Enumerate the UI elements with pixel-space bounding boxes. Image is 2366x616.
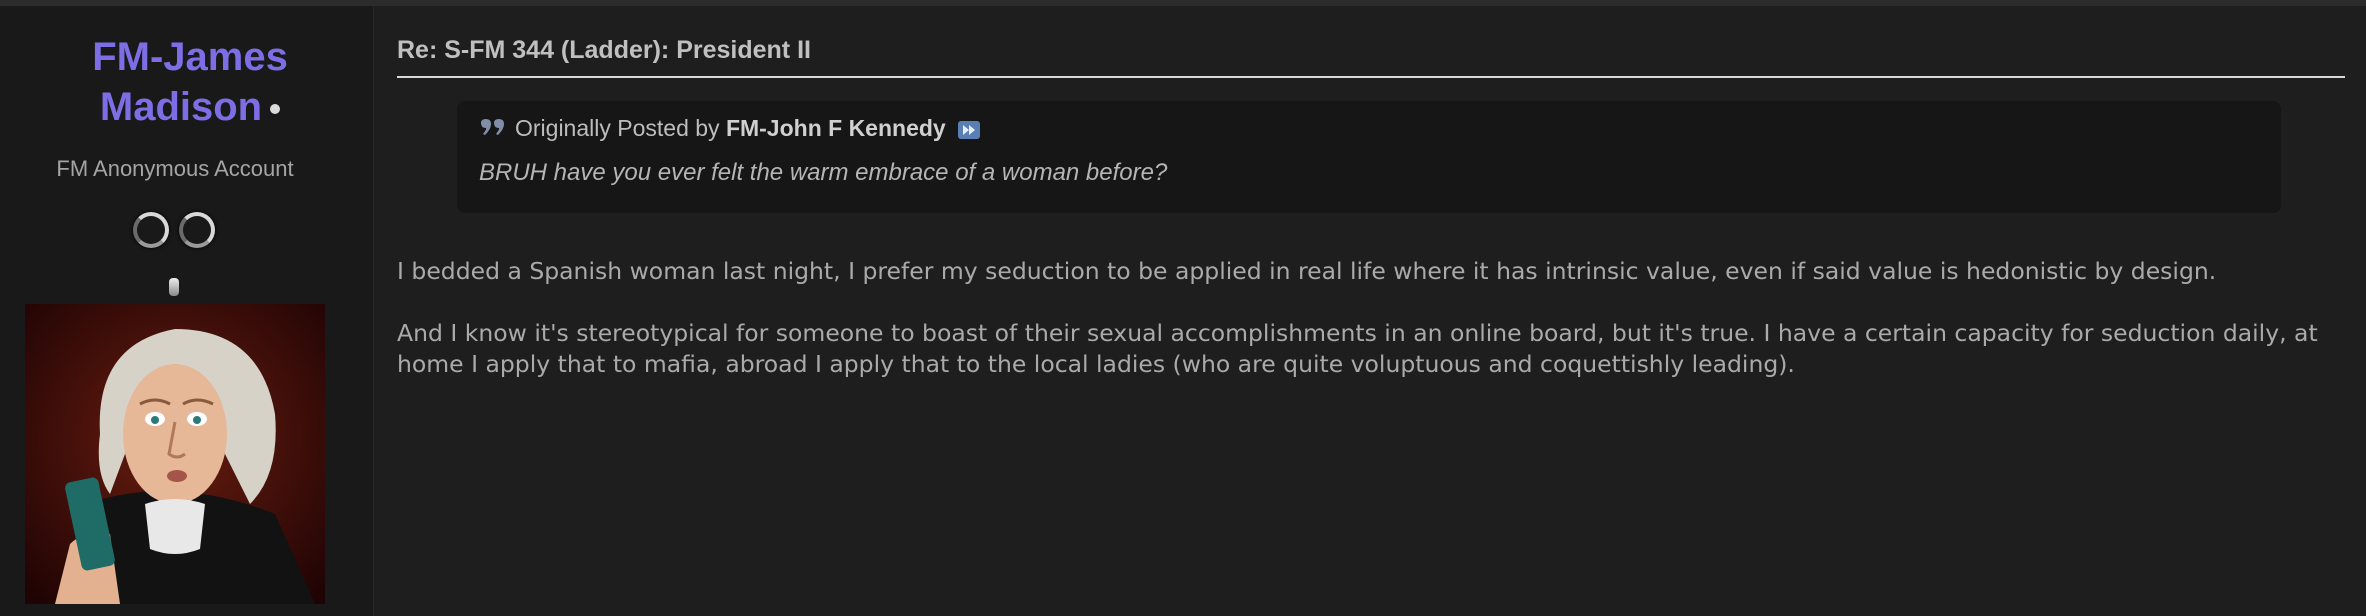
quote-icon <box>481 118 504 135</box>
reputation-icon <box>179 212 215 248</box>
avatar[interactable] <box>25 304 325 604</box>
post-paragraph: And I know it's stereotypical for someon… <box>397 319 2318 378</box>
online-indicator-icon <box>169 278 179 296</box>
quote-block: Originally Posted by FM-John F Kennedy B… <box>457 101 2281 213</box>
reputation-icon <box>133 212 169 248</box>
quote-prefix: Originally Posted by <box>515 115 720 141</box>
username-line2: Madison <box>99 85 263 129</box>
post-title: Re: S-FM 344 (Ladder): President II <box>397 36 811 64</box>
user-title: FM Anonymous Account <box>56 156 294 181</box>
online-status-icon <box>270 104 281 115</box>
username-line1: FM-James <box>92 35 288 79</box>
quote-text: BRUH have you ever felt the warm embrace… <box>479 159 1168 186</box>
post-body: I bedded a Spanish woman last night, I p… <box>397 256 2337 411</box>
user-sidebar: FM-James Madison FM Anonymous Account <box>0 6 374 616</box>
reputation <box>128 212 220 252</box>
quote-header: Originally Posted by FM-John F Kennedy <box>479 115 981 142</box>
post-content: Re: S-FM 344 (Ladder): President II Orig… <box>397 0 2345 616</box>
quote-author[interactable]: FM-John F Kennedy <box>726 115 946 141</box>
title-divider <box>397 76 2345 78</box>
view-post-icon[interactable] <box>958 120 981 139</box>
post-paragraph: I bedded a Spanish woman last night, I p… <box>397 257 2217 285</box>
username-link[interactable]: FM-James Madison <box>40 32 340 132</box>
